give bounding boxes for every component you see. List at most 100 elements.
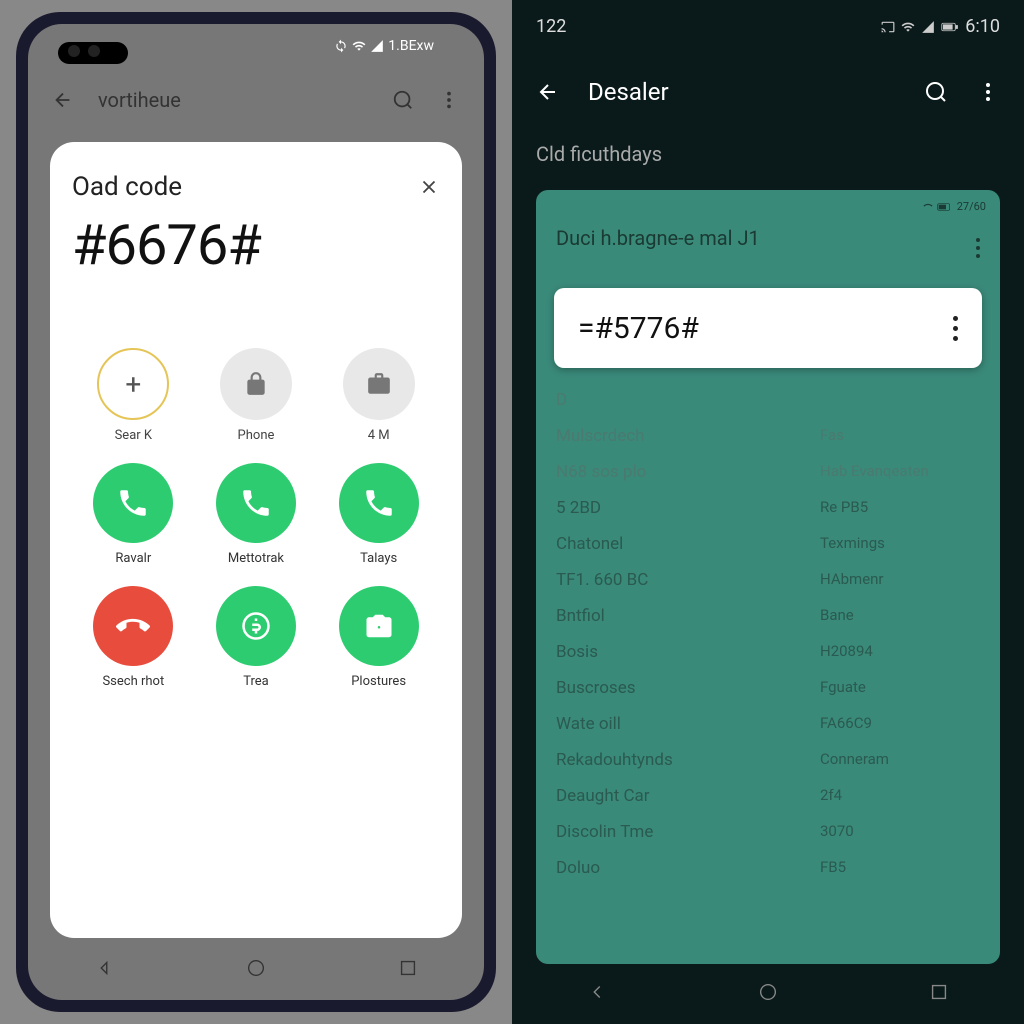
nav-recents-icon[interactable]	[397, 957, 419, 979]
nav-home-icon[interactable]	[245, 957, 267, 979]
list-item[interactable]: Deaught Car2f4	[556, 778, 980, 814]
action-label: Talays	[360, 551, 397, 566]
list-value: H20894	[820, 642, 980, 662]
panel-status-bar: 27/60	[923, 200, 986, 213]
app-header: Desaler	[512, 64, 1024, 120]
lock-icon	[243, 371, 269, 397]
list-key: Bntfiol	[556, 606, 820, 626]
list-key: TF1. 660 BC	[556, 570, 820, 590]
list-item[interactable]: Wate oillFA66C9	[556, 706, 980, 742]
list-item[interactable]: D	[556, 382, 980, 418]
nav-back-icon[interactable]	[93, 957, 115, 979]
action-label: Trea	[243, 674, 269, 689]
signal-icon	[370, 39, 384, 53]
phone-lock-chip[interactable]	[220, 348, 292, 420]
dollar-icon	[241, 611, 271, 641]
status-left: 122	[536, 16, 566, 37]
list-item[interactable]: BosisH20894	[556, 634, 980, 670]
search-icon[interactable]	[924, 80, 948, 104]
right-screenshot: 122 6:10 Desaler Cld ficuthdays 27/60 Du…	[512, 0, 1024, 1024]
dialed-code: #6676#	[72, 212, 440, 278]
close-icon[interactable]	[418, 176, 440, 198]
list-value: Conneram	[820, 750, 980, 770]
action-label: Ravalr	[115, 551, 151, 566]
nav-recents-icon[interactable]	[928, 981, 950, 1003]
list-key: Rekadouhtynds	[556, 750, 820, 770]
list-item[interactable]: RekadouhtyndsConneram	[556, 742, 980, 778]
chip-label: 4 M	[368, 428, 390, 443]
call-button[interactable]	[216, 463, 296, 543]
list-key: Wate oill	[556, 714, 820, 734]
status-bar: 122 6:10	[512, 16, 1024, 37]
briefcase-icon	[366, 371, 392, 397]
system-nav-bar	[28, 950, 484, 986]
phone-icon	[239, 486, 273, 520]
popup-code: =#5776#	[578, 311, 953, 346]
list-key: Doluo	[556, 858, 820, 878]
action-label: Mettotrak	[228, 551, 284, 566]
chip-label: Sear K	[115, 428, 152, 443]
list-item[interactable]: Discolin Tme3070	[556, 814, 980, 850]
battery-icon	[941, 21, 959, 33]
add-chip[interactable]: +	[97, 348, 169, 420]
wifi-icon	[901, 20, 915, 34]
left-screenshot: 1.BExw vortiheue Oad code #6676#	[0, 0, 512, 1024]
status-time: 6:10	[965, 16, 1000, 37]
ussd-code-popup: =#5776#	[554, 288, 982, 368]
phone-icon	[116, 486, 150, 520]
list-key: N68 sos plo	[556, 462, 820, 482]
list-item[interactable]: BuscrosesFguate	[556, 670, 980, 706]
cast-icon	[881, 20, 895, 34]
list-item[interactable]: 5 2BDRe PB5	[556, 490, 980, 526]
nav-back-icon[interactable]	[586, 981, 608, 1003]
quick-chip-row: + Sear K Phone 4 M	[72, 348, 440, 443]
back-arrow-icon[interactable]	[536, 80, 560, 104]
money-button[interactable]	[216, 586, 296, 666]
status-text: 1.BExw	[388, 38, 434, 54]
list-key: Mulscrdech	[556, 426, 820, 446]
call-button[interactable]	[93, 463, 173, 543]
header-title: Desaler	[588, 78, 924, 106]
hangup-button[interactable]	[93, 586, 173, 666]
list-item[interactable]: N68 sos ploHab Evanqeaten	[556, 454, 980, 490]
more-vert-icon[interactable]	[976, 238, 980, 258]
list-key: D	[556, 390, 820, 410]
list-value: Bane	[820, 606, 980, 626]
more-vert-icon[interactable]	[976, 80, 1000, 104]
list-item[interactable]: BntfiolBane	[556, 598, 980, 634]
nav-home-icon[interactable]	[757, 981, 779, 1003]
phone-icon	[362, 486, 396, 520]
status-bar: 1.BExw	[334, 38, 434, 54]
action-label: Plostures	[351, 674, 406, 689]
list-item[interactable]: MulscrdechFas	[556, 418, 980, 454]
list-value: HAbmenr	[820, 570, 980, 590]
call-button[interactable]	[339, 463, 419, 543]
camera-button[interactable]	[339, 586, 419, 666]
list-item[interactable]: DoluoFB5	[556, 850, 980, 886]
wifi-icon	[352, 39, 366, 53]
back-arrow-icon[interactable]	[52, 89, 74, 111]
action-row-1: Ravalr Mettotrak Talays	[72, 463, 440, 566]
list-item[interactable]: TF1. 660 BCHAbmenr	[556, 562, 980, 598]
camera-lens-icon	[68, 45, 80, 57]
list-value: Hab Evanqeaten	[820, 462, 980, 482]
list-key: 5 2BD	[556, 498, 820, 518]
search-icon[interactable]	[392, 89, 414, 111]
list-key: Bosis	[556, 642, 820, 662]
list-value: 2f4	[820, 786, 980, 806]
camera-icon	[364, 611, 394, 641]
briefcase-chip[interactable]	[343, 348, 415, 420]
hangup-icon	[116, 609, 150, 643]
more-vert-icon[interactable]	[438, 89, 460, 111]
list-value: Re PB5	[820, 498, 980, 518]
more-vert-icon[interactable]	[953, 316, 958, 341]
dialer-card: Oad code #6676# + Sear K Pho	[50, 142, 462, 938]
list-value: FB5	[820, 858, 980, 878]
wifi-icon	[923, 202, 933, 212]
list-key: Deaught Car	[556, 786, 820, 806]
app-header: vortiheue	[28, 76, 484, 124]
section-subhead: Cld ficuthdays	[536, 142, 662, 166]
battery-icon	[937, 202, 953, 212]
list-item[interactable]: ChatonelTexmings	[556, 526, 980, 562]
header-title: vortiheue	[98, 88, 392, 112]
